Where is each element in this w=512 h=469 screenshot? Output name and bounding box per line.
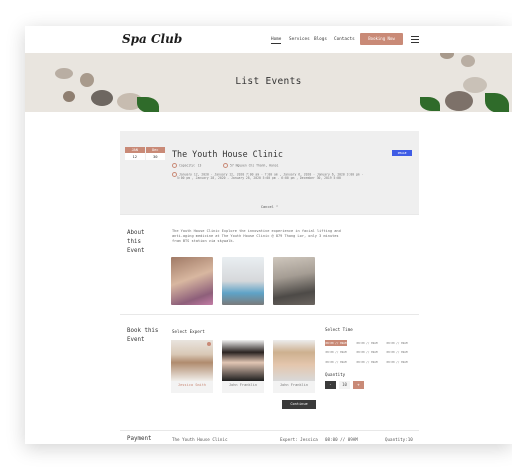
about-text: The Youth House Clinic Explore the innov… — [172, 229, 372, 244]
cancel-toggle[interactable]: Cancel ^ — [120, 205, 419, 209]
event-card: JAN Dec 12 30 The Youth House Clinic IMA… — [120, 131, 419, 214]
expert-avatar — [171, 340, 213, 381]
expert-name: Jessica Smith — [177, 383, 207, 387]
event-photo[interactable] — [171, 257, 213, 305]
payment-event: The Youth House Clinic — [172, 437, 228, 442]
time-slot[interactable]: 08:00 // 09AM — [356, 359, 378, 365]
expert-card[interactable]: John Franklin — [222, 340, 264, 393]
selected-check-icon — [207, 342, 211, 346]
stone-image — [63, 91, 75, 102]
about-title: About this Event — [127, 229, 144, 256]
date-day-end: 30 — [145, 153, 165, 160]
booking-title-line: Event — [127, 337, 145, 343]
nav-blogs[interactable]: Blogs — [314, 37, 327, 42]
booking-now-button[interactable]: Booking Now — [360, 33, 403, 45]
leaf-image — [137, 97, 159, 112]
booking-section: Book this Event Select Expert Jessica Sm… — [120, 315, 419, 430]
logo[interactable]: Spa Club — [122, 32, 182, 46]
event-schedule-line2: 5:00 pm , January 28, 2020 - January 28,… — [177, 176, 341, 180]
about-title-line: Event — [127, 248, 145, 254]
time-slot[interactable]: 08:00 // 09AM — [386, 349, 408, 355]
expert-card[interactable]: Jessica Smith — [171, 340, 213, 393]
event-title[interactable]: The Youth House Clinic — [172, 149, 283, 159]
quantity-minus-button[interactable]: - — [325, 381, 336, 389]
user-icon — [172, 163, 177, 168]
quantity-value[interactable]: 10 — [339, 381, 350, 389]
time-slot[interactable]: 08:00 // 09AM — [325, 340, 347, 346]
hamburger-menu-icon[interactable] — [411, 36, 419, 43]
time-slot[interactable]: 08:00 // 09AM — [356, 349, 378, 355]
payment-title: Payment — [127, 436, 152, 442]
quantity-plus-button[interactable]: + — [353, 381, 364, 389]
payment-quantity: Quantity:10 — [385, 437, 413, 442]
time-slot[interactable]: 08:00 // 09AM — [356, 340, 378, 346]
about-section: About this Event The Youth House Clinic … — [120, 215, 419, 314]
payment-expert: Expert: Jessica — [280, 437, 318, 442]
stone-image — [91, 90, 113, 106]
event-photo[interactable] — [273, 257, 315, 305]
time-slot[interactable]: 08:00 // 09AM — [386, 340, 408, 346]
date-day-start: 12 — [125, 153, 145, 160]
booking-title-line: Book this — [127, 328, 159, 334]
nav-contacts[interactable]: Contacts — [334, 37, 355, 42]
leaf-image — [485, 93, 509, 112]
leaf-image — [420, 97, 440, 111]
about-title-line: this — [127, 239, 141, 245]
nav-home[interactable]: Home — [271, 37, 282, 44]
quantity-label: Quantity — [325, 372, 346, 377]
stone-image — [445, 91, 473, 111]
time-slot[interactable]: 08:00 // 09AM — [325, 359, 347, 365]
page-window: Spa Club Home Services Blogs Contacts Bo… — [25, 26, 512, 444]
time-slot[interactable]: 08:00 // 09AM — [325, 349, 347, 355]
select-expert-label: Select Expert — [172, 329, 205, 334]
booking-title: Book this Event — [127, 327, 158, 345]
event-photo[interactable] — [222, 257, 264, 305]
event-guests-text: Capacity: 13 — [179, 163, 202, 168]
time-slot[interactable]: 08:00 // 09AM — [386, 359, 408, 365]
event-badge: IMAGE — [392, 150, 412, 156]
event-address: 57 Nguyen Chi Thanh, Hanoi — [223, 163, 278, 168]
event-date-box: JAN Dec 12 30 — [125, 147, 165, 160]
site-header: Spa Club Home Services Blogs Contacts Bo… — [25, 26, 512, 53]
stone-image — [461, 55, 475, 67]
continue-button[interactable]: Continue — [282, 400, 316, 409]
expert-avatar — [222, 340, 264, 381]
page-title: List Events — [235, 76, 302, 87]
expert-name: John Franklin — [279, 383, 309, 387]
select-time-label: Select Time — [325, 327, 353, 332]
location-pin-icon — [223, 163, 228, 168]
hero-banner: List Events — [25, 53, 512, 112]
about-text-line: from BTS station via skywalk. — [172, 239, 235, 243]
expert-name: John Franklin — [228, 383, 258, 387]
event-guests: Capacity: 13 — [172, 163, 201, 168]
stone-image — [440, 53, 454, 59]
expert-avatar — [273, 340, 315, 381]
event-address-text: 57 Nguyen Chi Thanh, Hanoi — [230, 163, 279, 168]
payment-section: Payment The Youth House Clinic Expert: J… — [120, 431, 419, 444]
expert-card[interactable]: John Franklin — [273, 340, 315, 393]
payment-time: 08:00 // 09AM — [325, 437, 358, 442]
about-title-line: About — [127, 230, 145, 236]
nav-services[interactable]: Services — [289, 37, 310, 42]
